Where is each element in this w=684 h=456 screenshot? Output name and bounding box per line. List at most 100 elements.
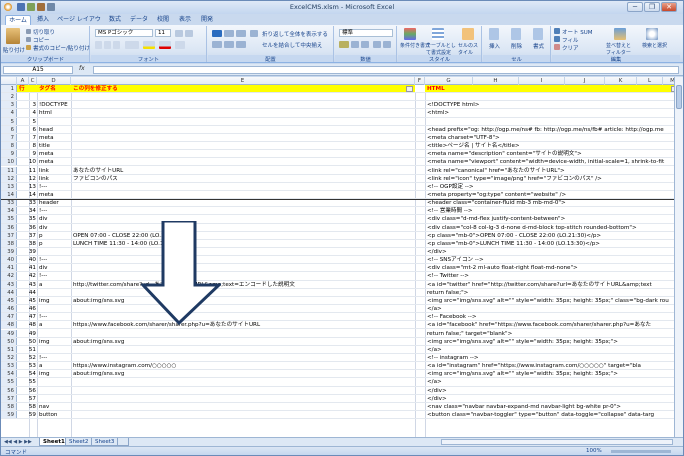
cell-html[interactable]: <!-- instagram --> <box>427 354 673 361</box>
cell-tag-name[interactable]: header <box>39 199 71 206</box>
wrap-text-button[interactable]: 折り返して全体を表示する <box>262 30 328 38</box>
row-number[interactable]: 46 <box>1 305 17 313</box>
row-number[interactable]: 47 <box>1 313 17 321</box>
autosum-button[interactable]: オート SUM <box>562 28 593 36</box>
row-number[interactable]: 40 <box>1 256 17 264</box>
row-number[interactable]: 8 <box>1 142 17 150</box>
cell-tag-name[interactable] <box>39 248 71 255</box>
cell-html[interactable]: <link rel="icon" type="image/png" href="… <box>427 175 673 182</box>
decrease-decimal-icon[interactable] <box>383 41 391 48</box>
formula-input[interactable] <box>93 66 679 74</box>
cell-row-col[interactable]: 35 <box>18 215 36 222</box>
tab-home[interactable]: ホーム <box>5 15 31 25</box>
cell-tag-name[interactable] <box>39 387 71 394</box>
format-cells-icon[interactable] <box>533 28 543 40</box>
cell-tag-name[interactable]: img <box>39 370 71 377</box>
cell-edit[interactable] <box>73 191 413 198</box>
column-header[interactable]: C <box>29 77 37 85</box>
cell-tag-name[interactable]: a <box>39 362 71 369</box>
row-number[interactable]: 38 <box>1 239 17 247</box>
cell-tag-name[interactable]: meta <box>39 191 71 198</box>
cell-row-col[interactable]: 50 <box>18 338 36 345</box>
cell-row-col[interactable]: 56 <box>18 387 36 394</box>
align-middle-icon[interactable] <box>224 30 234 37</box>
cell-edit[interactable] <box>73 313 413 320</box>
cell-html[interactable]: </div> <box>427 387 673 394</box>
number-format-select[interactable]: 標準 <box>339 29 393 37</box>
cell-tag-name[interactable]: title <box>39 142 71 149</box>
row-number[interactable]: 42 <box>1 272 17 280</box>
cell-row-col[interactable]: 33 <box>18 199 36 206</box>
cell-html[interactable]: </a> <box>427 305 673 312</box>
cell-tag-name[interactable]: a <box>39 321 71 328</box>
row-number[interactable]: 57 <box>1 394 17 402</box>
cell-tag-name[interactable]: head <box>39 126 71 133</box>
cell-row-col[interactable]: 5 <box>18 118 36 125</box>
cell-tag-name[interactable]: !--- <box>39 313 71 320</box>
cell-styles-icon[interactable] <box>462 28 474 40</box>
cell-edit[interactable] <box>73 305 413 312</box>
merge-center-button[interactable]: セルを結合して中央揃え <box>262 41 322 49</box>
cell-row-col[interactable]: 6 <box>18 126 36 133</box>
row-number[interactable]: 48 <box>1 321 17 329</box>
sheet-tab[interactable]: Sheet3 <box>91 438 119 446</box>
cell-row-col[interactable]: 11 <box>18 167 36 174</box>
cell-tag-name[interactable]: !--- <box>39 207 71 214</box>
column-header[interactable]: F <box>415 77 425 85</box>
row-number[interactable]: 49 <box>1 329 17 337</box>
cell-html[interactable]: <title>ページ名 | サイト名</title> <box>427 142 673 149</box>
cell-edit[interactable] <box>73 158 413 165</box>
cell-row-col[interactable]: 3 <box>18 101 36 108</box>
cell-tag-name[interactable]: button <box>39 411 71 418</box>
select-all-corner[interactable] <box>1 77 17 85</box>
cell-row-col[interactable]: 59 <box>18 411 36 418</box>
cell-row-col[interactable]: 47 <box>18 313 36 320</box>
cell-html[interactable]: </a> <box>427 346 673 353</box>
fill-button[interactable]: フィル <box>562 36 578 44</box>
cell-html[interactable]: <meta name="description" content="サイトの説明… <box>427 150 673 157</box>
row-number[interactable]: 36 <box>1 223 17 231</box>
header-tag-name[interactable]: タグ名 <box>39 85 56 92</box>
row-number[interactable]: 51 <box>1 345 17 353</box>
cell-html[interactable] <box>427 118 673 125</box>
cell-edit[interactable] <box>73 93 413 100</box>
cell-edit[interactable] <box>73 378 413 385</box>
cell-row-col[interactable]: 14 <box>18 191 36 198</box>
cell-row-col[interactable]: 13 <box>18 183 36 190</box>
cell-row-col[interactable]: 52 <box>18 354 36 361</box>
paste-button[interactable]: 貼り付け <box>3 46 25 54</box>
clear-button[interactable]: クリア <box>562 44 579 52</box>
cell-tag-name[interactable]: !DOCTYPE <box>39 101 71 108</box>
cell-html[interactable]: <!-- SNSアイコン --> <box>427 256 673 263</box>
cell-tag-name[interactable]: a <box>39 281 71 288</box>
format-as-table-button[interactable]: テーブルとして書式設定 <box>426 42 456 56</box>
cell-row-col[interactable]: 9 <box>18 150 36 157</box>
cell-row-col[interactable]: 12 <box>18 175 36 182</box>
cell-edit[interactable] <box>73 264 413 271</box>
cell-tag-name[interactable]: meta <box>39 134 71 141</box>
cell-tag-name[interactable]: img <box>39 338 71 345</box>
grow-font-icon[interactable] <box>175 30 183 37</box>
cell-html[interactable]: <img src="img/sns.svg" alt="" style="wid… <box>427 370 673 377</box>
cell-edit[interactable] <box>73 354 413 361</box>
font-name-select[interactable]: MS Pゴシック <box>95 29 153 37</box>
shrink-font-icon[interactable] <box>185 30 193 37</box>
cell-edit[interactable] <box>73 199 413 206</box>
sheet-tab[interactable]: Sheet2 <box>65 438 93 446</box>
cell-html[interactable]: </div> <box>427 395 673 402</box>
align-top-icon[interactable] <box>212 30 222 37</box>
currency-icon[interactable] <box>339 41 349 48</box>
cell-html[interactable]: <html> <box>427 109 673 116</box>
row-number[interactable]: 3 <box>1 101 17 109</box>
cell-edit[interactable] <box>73 256 413 263</box>
column-header[interactable]: E <box>71 77 415 85</box>
underline-icon[interactable] <box>113 41 120 49</box>
cell-edit[interactable] <box>73 395 413 402</box>
cell-row-col[interactable]: 58 <box>18 403 36 410</box>
cell-edit[interactable] <box>73 289 413 296</box>
cell-tag-name[interactable]: !--- <box>39 272 71 279</box>
align-bottom-icon[interactable] <box>236 30 246 37</box>
cell-edit[interactable] <box>73 183 413 190</box>
cell-tag-name[interactable] <box>39 289 71 296</box>
cell-edit[interactable] <box>73 109 413 116</box>
